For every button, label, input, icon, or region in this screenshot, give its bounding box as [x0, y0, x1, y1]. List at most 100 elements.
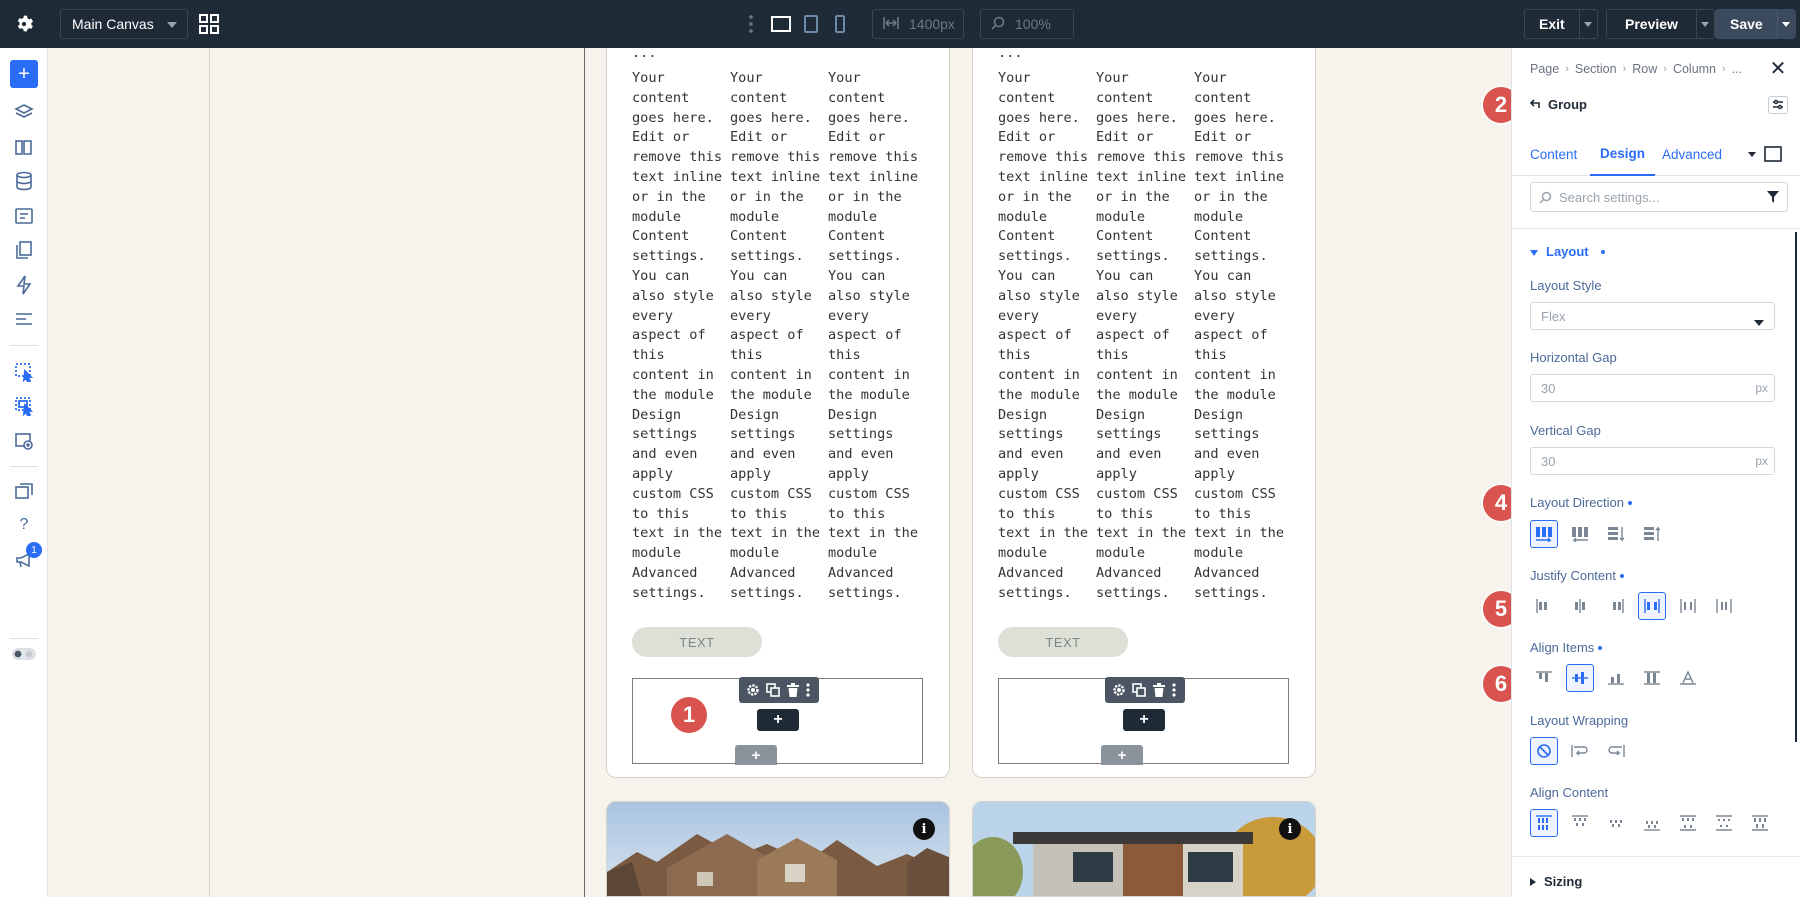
library-icon[interactable] — [12, 135, 36, 159]
help-icon[interactable]: ? — [12, 513, 36, 537]
settings-gear-icon[interactable] — [12, 12, 36, 36]
text-module[interactable]: Your content goes here. Edit or remove t… — [998, 69, 1093, 604]
justify-center-icon[interactable] — [1566, 592, 1594, 620]
theme-builder-icon[interactable] — [12, 429, 36, 453]
tab-advanced[interactable]: Advanced — [1662, 132, 1722, 176]
toggle-icon[interactable] — [12, 642, 36, 666]
gear-icon[interactable] — [1111, 682, 1127, 698]
align-content-between-icon[interactable] — [1674, 809, 1702, 837]
info-icon[interactable]: i — [913, 818, 935, 840]
phone-view-icon[interactable] — [827, 12, 853, 36]
align-stretch-icon[interactable] — [1638, 664, 1666, 692]
align-end-icon[interactable] — [1602, 664, 1630, 692]
panel-options-icon[interactable] — [1768, 96, 1788, 114]
direction-row-reverse-icon[interactable] — [1566, 520, 1594, 548]
tab-content[interactable]: Content — [1530, 132, 1577, 176]
portability-icon[interactable] — [12, 479, 36, 503]
align-content-center-icon[interactable] — [1602, 809, 1630, 837]
desktop-view-icon[interactable] — [768, 12, 794, 36]
trash-icon[interactable] — [1151, 682, 1167, 698]
direction-row-icon[interactable] — [1530, 520, 1558, 548]
align-start-icon[interactable] — [1530, 664, 1558, 692]
image-card-1[interactable]: i — [606, 801, 950, 897]
justify-end-icon[interactable] — [1602, 592, 1630, 620]
trash-icon[interactable] — [785, 682, 801, 698]
panel-scrollbar[interactable] — [1795, 232, 1797, 742]
breadcrumb-column[interactable]: Column — [1673, 62, 1716, 76]
zoom-field[interactable]: 100% — [980, 9, 1074, 39]
back-arrow-icon[interactable] — [1529, 97, 1540, 112]
exit-button[interactable]: Exit — [1524, 9, 1598, 39]
text-button[interactable]: TEXT — [998, 627, 1128, 657]
lightning-icon[interactable] — [12, 273, 36, 297]
canvas-width-field[interactable]: 1400px — [872, 9, 964, 39]
text-module[interactable]: Your content goes here. Edit or remove t… — [828, 69, 923, 604]
align-center-icon[interactable] — [1566, 664, 1594, 692]
info-icon[interactable]: i — [1279, 818, 1301, 840]
database-icon[interactable] — [12, 169, 36, 193]
settings-search-input[interactable]: Search settings... — [1530, 182, 1788, 212]
more-vertical-icon[interactable] — [1171, 682, 1177, 698]
layout-style-select[interactable]: Flex — [1530, 302, 1775, 330]
preview-button[interactable]: Preview — [1606, 9, 1715, 39]
gear-icon[interactable] — [745, 682, 761, 698]
module-select-icon[interactable] — [12, 360, 36, 384]
close-icon[interactable]: ✕ — [1768, 58, 1788, 80]
grid-view-icon[interactable] — [198, 13, 220, 35]
exit-dropdown-toggle[interactable] — [1578, 10, 1597, 38]
text-module[interactable]: Your content goes here. Edit or remove t… — [632, 69, 727, 604]
square-icon[interactable] — [1764, 132, 1782, 176]
layout-icon[interactable] — [12, 204, 36, 228]
preview-dropdown-toggle[interactable] — [1695, 10, 1714, 38]
align-baseline-icon[interactable] — [1674, 664, 1702, 692]
multi-select-icon[interactable] — [12, 394, 36, 418]
align-content-end-icon[interactable] — [1638, 809, 1666, 837]
breadcrumb-section[interactable]: Section — [1575, 62, 1617, 76]
column-card-2[interactable]: ... Your content goes here. Edit or remo… — [972, 48, 1316, 778]
text-module[interactable]: Your content goes here. Edit or remove t… — [1096, 69, 1191, 604]
justify-space-between-icon[interactable] — [1638, 592, 1666, 620]
direction-column-reverse-icon[interactable] — [1638, 520, 1666, 548]
text-module[interactable]: Your content goes here. Edit or remove t… — [1194, 69, 1289, 604]
layers-icon[interactable] — [12, 101, 36, 125]
wrap-reverse-icon[interactable] — [1602, 737, 1630, 765]
tabs-more-icon[interactable] — [1748, 132, 1756, 176]
direction-column-icon[interactable] — [1602, 520, 1630, 548]
image-card-2[interactable]: i — [972, 801, 1316, 897]
pages-icon[interactable] — [12, 238, 36, 262]
align-content-start-icon[interactable] — [1530, 809, 1558, 837]
add-icon[interactable]: + — [10, 60, 38, 88]
horizontal-gap-input[interactable]: 30 px — [1530, 374, 1775, 402]
align-content-stretch-icon[interactable] — [1746, 809, 1774, 837]
add-row-button[interactable]: + — [1101, 745, 1143, 765]
duplicate-icon[interactable] — [765, 682, 781, 698]
canvas-select[interactable]: Main Canvas — [60, 9, 188, 39]
justify-space-evenly-icon[interactable] — [1710, 592, 1738, 620]
align-content-around-icon[interactable] — [1710, 809, 1738, 837]
tab-design[interactable]: Design — [1590, 132, 1656, 176]
add-module-button[interactable]: + — [757, 709, 799, 731]
vertical-gap-input[interactable]: 30 px — [1530, 447, 1775, 475]
add-module-button[interactable]: + — [1123, 709, 1165, 731]
duplicate-icon[interactable] — [1131, 682, 1147, 698]
sizing-section-toggle[interactable]: Sizing — [1530, 874, 1582, 889]
justify-space-around-icon[interactable] — [1674, 592, 1702, 620]
text-button[interactable]: TEXT — [632, 627, 762, 657]
list-icon[interactable] — [12, 307, 36, 331]
breadcrumb-page[interactable]: Page — [1530, 62, 1559, 76]
save-button[interactable]: Save — [1715, 9, 1796, 39]
breadcrumb-more[interactable]: ... — [1732, 62, 1742, 76]
justify-start-icon[interactable] — [1530, 592, 1558, 620]
more-vertical-icon[interactable] — [805, 682, 811, 698]
more-vertical-icon[interactable] — [748, 14, 754, 34]
column-card-1[interactable]: ... Your content goes here. Edit or remo… — [606, 48, 950, 778]
no-wrap-icon[interactable] — [1530, 737, 1558, 765]
filter-icon[interactable] — [1767, 191, 1779, 206]
text-module[interactable]: Your content goes here. Edit or remove t… — [730, 69, 825, 604]
add-row-button[interactable]: + — [735, 745, 777, 765]
align-content-top-icon[interactable] — [1566, 809, 1594, 837]
wrap-icon[interactable] — [1566, 737, 1594, 765]
breadcrumb-row[interactable]: Row — [1632, 62, 1657, 76]
save-dropdown-toggle[interactable] — [1776, 10, 1795, 38]
layout-section-toggle[interactable]: Layout — [1530, 244, 1605, 259]
